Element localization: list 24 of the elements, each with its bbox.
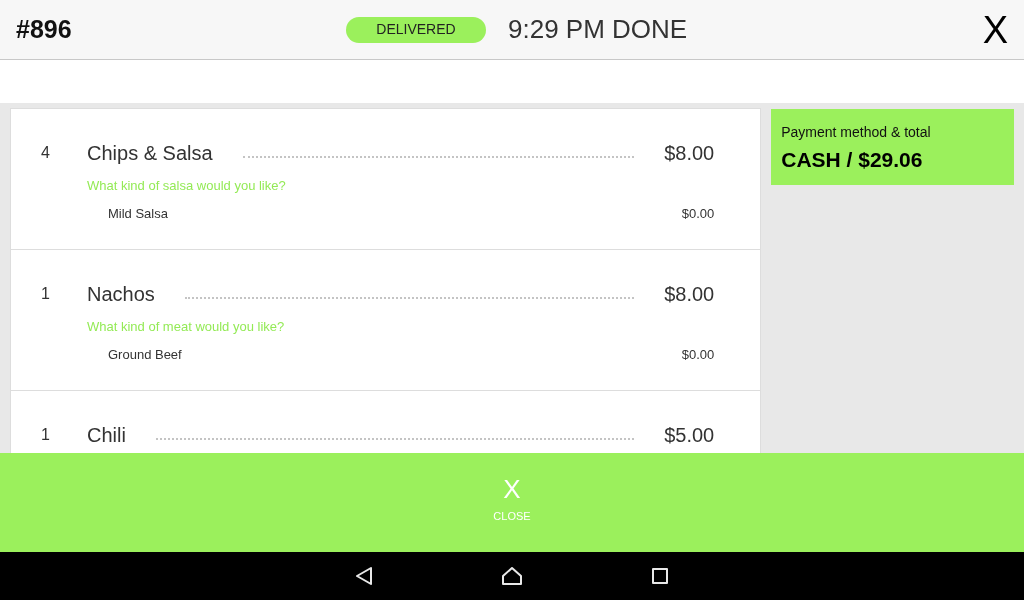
item-price: $8.00 xyxy=(664,141,715,166)
payment-label: Payment method & total xyxy=(781,124,931,140)
home-icon[interactable] xyxy=(502,567,522,585)
item-quantity: 1 xyxy=(40,284,51,304)
modifier-price: $0.00 xyxy=(681,345,715,364)
modifier-option: Mild Salsa xyxy=(108,203,168,223)
item-name: Chips & Salsa xyxy=(87,141,213,166)
item-quantity: 1 xyxy=(40,425,51,445)
status-badge: DELIVERED xyxy=(346,16,486,43)
item-quantity: 4 xyxy=(40,143,51,163)
modifier-option: Ground Beef xyxy=(108,344,182,364)
order-number: #896 xyxy=(16,13,72,45)
order-time-status: 9:29 PM DONE xyxy=(508,13,688,46)
modifier-price: $0.00 xyxy=(681,204,715,223)
item-price: $5.00 xyxy=(664,423,715,448)
back-icon[interactable] xyxy=(356,567,372,585)
modifier-question: What kind of meat would you like? xyxy=(87,319,285,334)
recents-icon[interactable] xyxy=(652,568,668,584)
payment-total: CASH / $29.06 xyxy=(781,148,923,171)
close-button[interactable]: X xyxy=(978,10,1008,49)
item-name: Chili xyxy=(87,423,126,448)
item-name: Nachos xyxy=(87,282,155,307)
modifier-question: What kind of salsa would you like? xyxy=(87,178,286,193)
item-price: $8.00 xyxy=(664,282,715,307)
